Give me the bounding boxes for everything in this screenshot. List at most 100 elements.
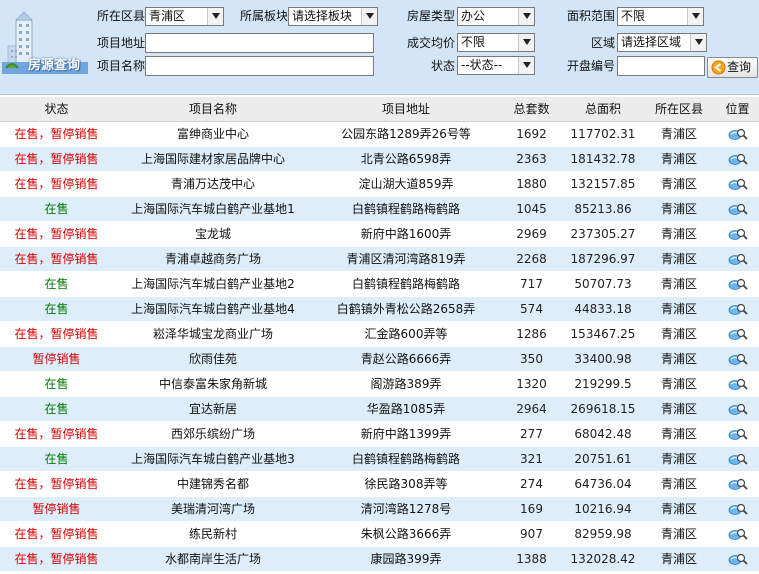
address-input[interactable]: [145, 33, 374, 53]
cell-district: 青浦区: [642, 271, 716, 297]
cell-location[interactable]: [716, 346, 759, 372]
chevron-down-icon: [361, 8, 377, 25]
search-button[interactable]: 查询: [707, 57, 758, 78]
map-locate-icon[interactable]: [728, 502, 748, 516]
map-locate-icon[interactable]: [728, 202, 748, 216]
cell-area: 64736.04: [564, 471, 642, 497]
cell-location[interactable]: [716, 471, 759, 497]
cell-name[interactable]: 中建锦秀名都: [113, 471, 313, 497]
area-range-select[interactable]: 不限: [617, 7, 704, 26]
cell-name[interactable]: 青浦卓越商务广场: [113, 246, 313, 272]
cell-name[interactable]: 水都南岸生活广场: [113, 546, 313, 572]
cell-units: 2964: [499, 396, 564, 422]
status-label: 状态: [431, 59, 456, 73]
cell-location[interactable]: [716, 496, 759, 522]
header-district: 所在区县: [642, 97, 716, 122]
header-area: 总面积: [564, 97, 642, 122]
map-locate-icon[interactable]: [728, 552, 748, 566]
map-locate-icon[interactable]: [728, 427, 748, 441]
cell-name[interactable]: 上海国际汽车城白鹤产业基地1: [113, 196, 313, 222]
cell-address: 北青公路6598弄: [313, 146, 499, 172]
address-label: 项目地址: [97, 36, 146, 50]
cell-district: 青浦区: [642, 446, 716, 472]
cell-area: 181432.78: [564, 146, 642, 172]
map-locate-icon[interactable]: [728, 177, 748, 191]
project-name-input[interactable]: [145, 56, 374, 76]
cell-name[interactable]: 富绅商业中心: [113, 121, 313, 147]
table-row: 在售，暂停销售 水都南岸生活广场 康园路399弄 1388 132028.42 青浦区: [0, 546, 759, 572]
map-locate-icon[interactable]: [728, 127, 748, 141]
status-select[interactable]: --状态--: [457, 56, 535, 75]
cell-status: 在售: [0, 271, 113, 297]
cell-units: 1388: [499, 546, 564, 572]
map-locate-icon[interactable]: [728, 377, 748, 391]
map-locate-icon[interactable]: [728, 477, 748, 491]
cell-district: 青浦区: [642, 321, 716, 347]
area-range-label: 面积范围: [567, 9, 616, 23]
cell-units: 907: [499, 521, 564, 547]
cell-location[interactable]: [716, 421, 759, 447]
cell-address: 康园路399弄: [313, 546, 499, 572]
cell-location[interactable]: [716, 221, 759, 247]
cell-location[interactable]: [716, 321, 759, 347]
cell-location[interactable]: [716, 271, 759, 297]
map-locate-icon[interactable]: [728, 402, 748, 416]
region-select[interactable]: 请选择区域: [617, 33, 707, 52]
cell-address: 朱枫公路3666弄: [313, 521, 499, 547]
table-row: 在售 上海国际汽车城白鹤产业基地1 白鹤镇程鹤路梅鹤路 1045 85213.86 青浦区: [0, 196, 759, 222]
cell-location[interactable]: [716, 521, 759, 547]
cell-name[interactable]: 欣雨佳苑: [113, 346, 313, 372]
cell-district: 青浦区: [642, 546, 716, 572]
cell-location[interactable]: [716, 371, 759, 397]
cell-location[interactable]: [716, 196, 759, 222]
map-locate-icon[interactable]: [728, 252, 748, 266]
cell-name[interactable]: 西郊乐缤纷广场: [113, 421, 313, 447]
district-select[interactable]: 青浦区: [145, 7, 224, 26]
map-locate-icon[interactable]: [728, 152, 748, 166]
cell-location[interactable]: [716, 171, 759, 197]
cell-name[interactable]: 上海国际汽车城白鹤产业基地2: [113, 271, 313, 297]
search-panel: 房源查询 所在区县 青浦区 所属板块 请选择板块 房屋类型 办公 面积范围 不限…: [0, 0, 759, 95]
avg-price-select[interactable]: 不限: [457, 33, 535, 52]
cell-name[interactable]: 宝龙城: [113, 221, 313, 247]
cell-location[interactable]: [716, 246, 759, 272]
cell-address: 阁游路389弄: [313, 371, 499, 397]
cell-name[interactable]: 美瑞清河湾广场: [113, 496, 313, 522]
cell-location[interactable]: [716, 396, 759, 422]
cell-location[interactable]: [716, 446, 759, 472]
cell-district: 青浦区: [642, 396, 716, 422]
cell-district: 青浦区: [642, 471, 716, 497]
cell-status: 在售: [0, 296, 113, 322]
table-row: 在售，暂停销售 崧泽华城宝龙商业广场 汇金路600弄等 1286 153467.25 青浦…: [0, 321, 759, 347]
cell-name[interactable]: 上海国际汽车城白鹤产业基地3: [113, 446, 313, 472]
cell-address: 白鹤镇程鹤路梅鹤路: [313, 271, 499, 297]
map-locate-icon[interactable]: [728, 452, 748, 466]
cell-name[interactable]: 宜达新居: [113, 396, 313, 422]
logo-title: 房源查询: [28, 58, 81, 73]
cell-location[interactable]: [716, 146, 759, 172]
map-locate-icon[interactable]: [728, 327, 748, 341]
map-locate-icon[interactable]: [728, 352, 748, 366]
cell-units: 169: [499, 496, 564, 522]
map-locate-icon[interactable]: [728, 302, 748, 316]
block-select[interactable]: 请选择板块: [288, 7, 378, 26]
cell-name[interactable]: 练民新村: [113, 521, 313, 547]
cell-units: 2363: [499, 146, 564, 172]
status-select-value: --状态--: [461, 58, 503, 72]
cell-location[interactable]: [716, 546, 759, 572]
block-select-value: 请选择板块: [292, 9, 353, 23]
open-no-input[interactable]: [617, 56, 705, 76]
cell-name[interactable]: 上海国际建材家居品牌中心: [113, 146, 313, 172]
map-locate-icon[interactable]: [728, 227, 748, 241]
cell-name[interactable]: 青浦万达茂中心: [113, 171, 313, 197]
cell-name[interactable]: 上海国际汽车城白鹤产业基地4: [113, 296, 313, 322]
chevron-down-icon: [690, 34, 706, 51]
cell-location[interactable]: [716, 121, 759, 147]
map-locate-icon[interactable]: [728, 277, 748, 291]
map-locate-icon[interactable]: [728, 527, 748, 541]
cell-name[interactable]: 崧泽华城宝龙商业广场: [113, 321, 313, 347]
cell-status: 暂停销售: [0, 346, 113, 372]
house-type-select[interactable]: 办公: [457, 7, 535, 26]
cell-location[interactable]: [716, 296, 759, 322]
cell-name[interactable]: 中信泰富朱家角新城: [113, 371, 313, 397]
